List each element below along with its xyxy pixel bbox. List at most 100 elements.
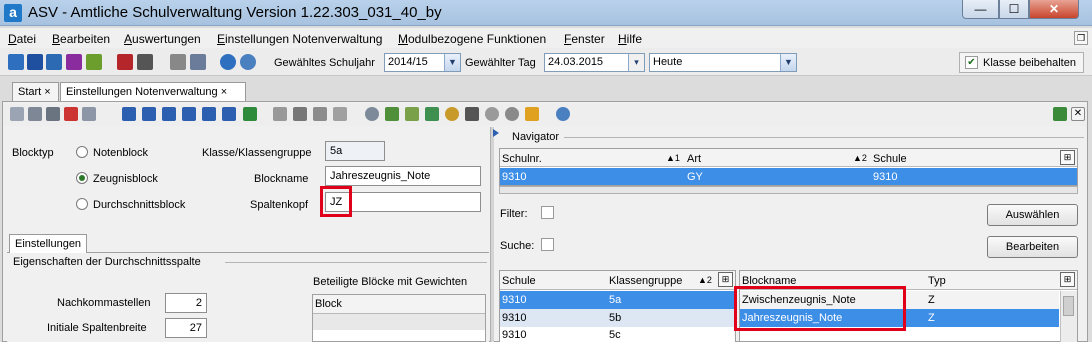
close-icon[interactable]: × xyxy=(221,86,227,98)
cut-icon[interactable] xyxy=(293,107,307,121)
note-icon[interactable] xyxy=(86,54,102,70)
printer-icon[interactable] xyxy=(137,54,153,70)
col-art[interactable]: Art xyxy=(687,153,701,165)
tab-einstellungen[interactable]: Einstellungen xyxy=(9,234,87,253)
bubble-icon[interactable] xyxy=(505,107,519,121)
undo-icon[interactable] xyxy=(46,107,60,121)
first-record-icon[interactable] xyxy=(122,107,136,121)
menu-datei[interactable]: Datei xyxy=(8,32,36,46)
tab-start-label: Start xyxy=(18,86,42,98)
new-icon[interactable] xyxy=(10,107,24,121)
spaltenkopf-label: Spaltenkopf xyxy=(250,199,309,211)
delete-icon[interactable] xyxy=(64,107,78,121)
column-chooser-icon[interactable]: ⊞ xyxy=(718,272,733,287)
restore-icon[interactable]: ❐ xyxy=(1074,31,1088,45)
klasse-beibehalten-checkbox[interactable]: ✔ xyxy=(965,56,978,69)
window-icon[interactable] xyxy=(190,54,206,70)
import-icon[interactable] xyxy=(405,107,419,121)
next-record-icon[interactable] xyxy=(182,107,196,121)
filter-label: Filter: xyxy=(500,208,528,220)
block-column-header[interactable]: Block xyxy=(313,295,485,314)
tab-einstellungen-label: Einstellungen Notenverwaltung xyxy=(66,86,218,98)
col-klassengruppe[interactable]: Klassengruppe xyxy=(609,275,682,287)
klasse-beibehalten-label: Klasse beibehalten xyxy=(983,57,1076,69)
info-icon[interactable] xyxy=(220,54,236,70)
chevron-down-icon[interactable]: ▼ xyxy=(444,54,460,71)
form-icon[interactable] xyxy=(82,107,96,121)
previous-page-icon[interactable] xyxy=(142,107,156,121)
sync-icon[interactable] xyxy=(1053,107,1067,121)
filter-icon[interactable] xyxy=(425,107,439,121)
radio-durchschnittsblock-label: Durchschnittsblock xyxy=(93,199,186,211)
group-divider xyxy=(225,262,487,263)
tab-start[interactable]: Start × xyxy=(12,82,59,101)
menu-auswertungen[interactable]: Auswertungen xyxy=(124,32,201,46)
date-dropdown-icon[interactable]: ▾ xyxy=(628,54,644,71)
auswaehlen-button[interactable]: Auswählen xyxy=(987,204,1078,226)
col-schule[interactable]: Schule xyxy=(502,275,536,287)
menu-fenster[interactable]: Fenster xyxy=(564,32,605,46)
tag-label: Gewählter Tag xyxy=(465,57,536,69)
refresh-icon[interactable] xyxy=(243,107,257,121)
book-icon[interactable] xyxy=(117,54,133,70)
calendar-icon[interactable] xyxy=(66,54,82,70)
nachkommastellen-input[interactable]: 2 xyxy=(165,293,207,313)
table-row[interactable] xyxy=(313,314,485,330)
link-icon[interactable] xyxy=(365,107,379,121)
column-chooser-icon[interactable]: ⊞ xyxy=(1060,150,1075,165)
broom-icon[interactable] xyxy=(525,107,539,121)
copy-icon[interactable] xyxy=(313,107,327,121)
cell-schulnr: 9310 xyxy=(502,171,527,183)
export-icon[interactable] xyxy=(385,107,399,121)
close-icon[interactable]: ✕ xyxy=(1029,0,1079,19)
filter-checkbox[interactable] xyxy=(541,206,554,219)
menu-modulbezogene-funktionen[interactable]: Modulbezogene Funktionen xyxy=(398,32,546,46)
grid-icon[interactable] xyxy=(46,54,62,70)
tab-einstellungen-label: Einstellungen xyxy=(15,238,82,250)
suche-checkbox[interactable] xyxy=(541,238,554,251)
menu-bearbeiten[interactable]: Bearbeiten xyxy=(52,32,110,46)
save-icon[interactable] xyxy=(28,107,42,121)
col-typ[interactable]: Typ xyxy=(928,275,946,287)
bus-icon[interactable] xyxy=(27,54,43,70)
comment-icon[interactable] xyxy=(485,107,499,121)
close-icon[interactable]: ✕ xyxy=(1071,107,1085,121)
menu-einstellungen-notenverwaltung[interactable]: Einstellungen Notenverwaltung xyxy=(217,32,382,46)
bearbeiten-button[interactable]: Bearbeiten xyxy=(987,236,1078,258)
search-icon[interactable] xyxy=(445,107,459,121)
paste-icon[interactable] xyxy=(333,107,347,121)
radio-durchschnittsblock[interactable] xyxy=(76,198,88,210)
previous-record-icon[interactable] xyxy=(162,107,176,121)
cell-typ: Z xyxy=(928,312,935,324)
back-arrow-icon[interactable] xyxy=(273,107,287,121)
next-page-icon[interactable] xyxy=(202,107,216,121)
people-icon[interactable] xyxy=(8,54,24,70)
help-icon[interactable] xyxy=(240,54,256,70)
blockname-input[interactable]: Jahreszeugnis_Note xyxy=(325,166,481,186)
tag-value: 24.03.2015 xyxy=(548,56,604,68)
close-icon[interactable]: × xyxy=(44,86,50,98)
tab-einstellungen-notenverwaltung[interactable]: Einstellungen Notenverwaltung × xyxy=(60,82,246,101)
horizontal-scrollbar[interactable] xyxy=(499,186,1078,194)
col-schule[interactable]: Schule xyxy=(873,153,907,165)
heute-select[interactable]: Heute xyxy=(649,53,797,72)
minimize-icon[interactable]: — xyxy=(962,0,999,19)
radio-zeugnisblock[interactable] xyxy=(76,172,88,184)
help-icon[interactable] xyxy=(556,107,570,121)
menu-hilfe[interactable]: Hilfe xyxy=(618,32,642,46)
cell-schule: 9310 xyxy=(502,294,527,306)
last-record-icon[interactable] xyxy=(222,107,236,121)
highlight-box-spaltenkopf xyxy=(320,186,352,217)
radio-notenblock[interactable] xyxy=(76,146,88,158)
table-row[interactable] xyxy=(500,168,1077,185)
sort-indicator: ▲1 xyxy=(666,153,680,163)
chevron-down-icon[interactable]: ▼ xyxy=(780,54,796,71)
scrollbar-thumb[interactable] xyxy=(1063,296,1074,316)
column-chooser-icon[interactable]: ⊞ xyxy=(1060,272,1075,287)
spaltenbreite-input[interactable]: 27 xyxy=(165,318,207,338)
copy-icon[interactable] xyxy=(170,54,186,70)
col-schulnr[interactable]: Schulnr. xyxy=(502,153,542,165)
maximize-icon[interactable]: ☐ xyxy=(999,0,1029,19)
split-divider[interactable] xyxy=(490,127,494,342)
print-icon[interactable] xyxy=(465,107,479,121)
